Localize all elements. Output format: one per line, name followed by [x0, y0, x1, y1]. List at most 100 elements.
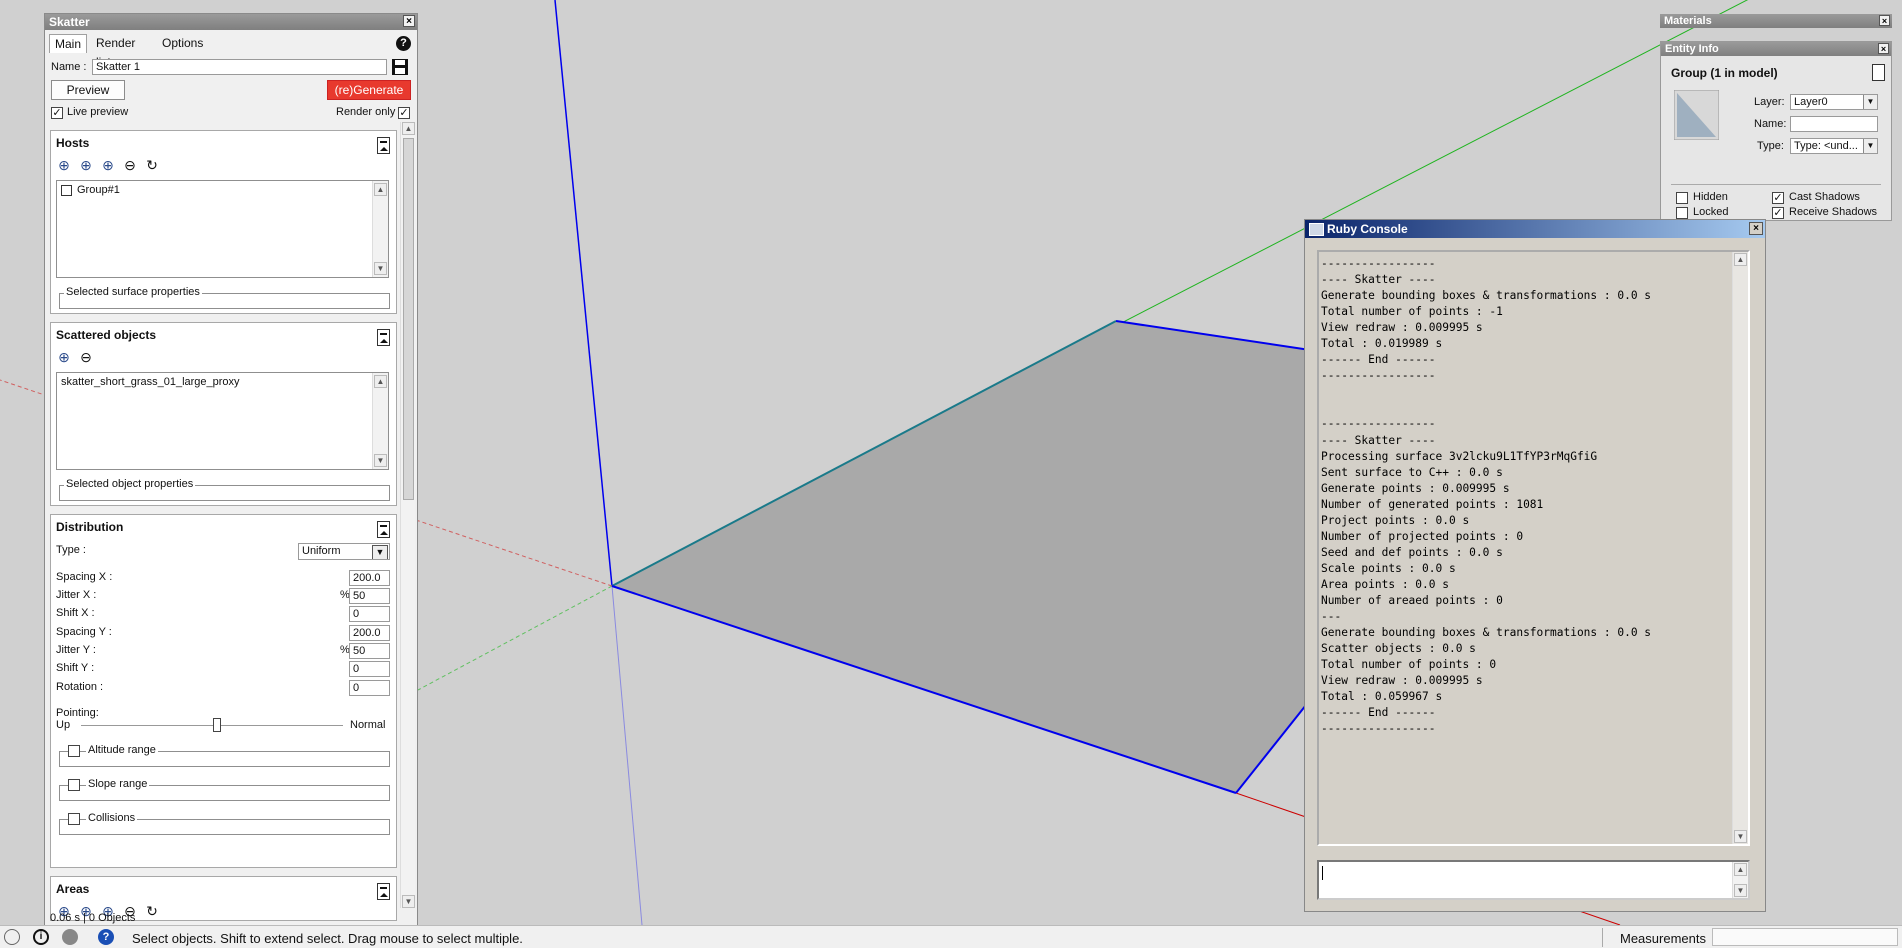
collapse-icon[interactable] [377, 521, 390, 538]
add-host-group-icon[interactable]: ⊕ [78, 157, 94, 173]
surface-properties-group[interactable]: Selected surface properties [59, 286, 390, 309]
save-icon[interactable] [391, 58, 409, 76]
close-icon[interactable]: × [1749, 222, 1763, 235]
tab-render-list[interactable]: Render list [91, 34, 140, 69]
ruby-console-titlebar[interactable]: Ruby Console × [1305, 220, 1765, 238]
measurements-input[interactable] [1712, 928, 1898, 946]
list-item[interactable]: Group#1 [77, 184, 120, 196]
render-only-checkbox[interactable]: ✓ [398, 107, 410, 119]
scroll-up-icon[interactable]: ▲ [374, 183, 387, 196]
areas-title: Areas [56, 882, 90, 896]
add-host-icon[interactable]: ⊕ [56, 157, 72, 173]
chevron-down-icon[interactable]: ▼ [1863, 95, 1877, 109]
surface-properties-label: Selected surface properties [64, 286, 202, 298]
remove-icon[interactable]: ⊖ [78, 349, 94, 365]
scroll-down-icon[interactable]: ▼ [1734, 884, 1747, 897]
hidden-checkbox[interactable] [1676, 192, 1688, 204]
add-host-picker-icon[interactable]: ⊕ [100, 157, 116, 173]
chevron-down-icon[interactable]: ▼ [1863, 139, 1877, 153]
scroll-down-icon[interactable]: ▼ [1734, 830, 1747, 843]
help-icon[interactable]: ? [396, 36, 411, 51]
credits-icon[interactable]: i [33, 929, 49, 945]
hosts-list[interactable]: Group#1 ▲ ▼ [56, 180, 389, 278]
collapse-icon[interactable] [377, 883, 390, 900]
live-preview-checkbox[interactable]: ✓ [51, 107, 63, 119]
skatter-titlebar[interactable]: Skatter × [45, 14, 417, 30]
hosts-scrollbar[interactable]: ▲ ▼ [372, 181, 388, 277]
close-icon[interactable]: × [403, 15, 415, 27]
jitter-y-label: Jitter Y : [56, 644, 96, 656]
scroll-up-icon[interactable]: ▲ [374, 375, 387, 388]
pointing-slider-track[interactable] [81, 725, 343, 726]
tab-main[interactable]: Main [49, 34, 87, 53]
regenerate-button[interactable]: (re)Generate [327, 80, 411, 100]
type-select[interactable]: Type: <und... ▼ [1790, 138, 1878, 154]
user-icon[interactable] [62, 929, 78, 945]
altitude-range-checkbox[interactable] [68, 745, 80, 757]
list-item[interactable]: skatter_short_grass_01_large_proxy [61, 376, 240, 388]
receive-shadows-checkbox[interactable]: ✓ [1772, 207, 1784, 219]
collapse-icon[interactable] [377, 137, 390, 154]
collapse-icon[interactable] [1872, 64, 1885, 81]
pointing-slider-thumb[interactable] [213, 718, 222, 732]
scroll-up-icon[interactable]: ▲ [1734, 863, 1747, 876]
scroll-down-icon[interactable]: ▼ [402, 895, 415, 908]
close-icon[interactable]: × [1879, 15, 1890, 26]
spacing-y-field[interactable]: 200.0 [349, 625, 390, 641]
materials-titlebar[interactable]: Materials × [1660, 14, 1892, 28]
entity-info-titlebar[interactable]: Entity Info × [1661, 42, 1891, 56]
text-caret [1322, 866, 1323, 880]
jitter-x-field[interactable]: 50 [349, 588, 390, 604]
divider [1602, 928, 1603, 947]
objects-scrollbar[interactable]: ▲ ▼ [372, 373, 388, 469]
spacing-x-field[interactable]: 200.0 [349, 570, 390, 586]
pointing-up-label: Up [56, 719, 71, 731]
help-icon[interactable]: ? [98, 929, 114, 945]
altitude-range-group[interactable]: Altitude range [59, 744, 390, 767]
type-select[interactable]: Uniform ▼ [298, 543, 390, 560]
cast-shadows-checkbox[interactable]: ✓ [1772, 192, 1784, 204]
divider [1671, 184, 1881, 185]
locked-checkbox[interactable] [1676, 207, 1688, 219]
jitter-y-field[interactable]: 50 [349, 643, 390, 659]
console-output[interactable]: ----------------- ---- Skatter ---- Gene… [1317, 250, 1750, 846]
rotation-field[interactable]: 0 [349, 680, 390, 696]
refresh-icon[interactable]: ↻ [144, 903, 160, 919]
preview-button[interactable]: Preview [51, 80, 125, 100]
entity-name-field[interactable] [1790, 116, 1878, 132]
chevron-down-icon[interactable]: ▼ [372, 545, 388, 559]
slope-range-group[interactable]: Slope range [59, 778, 390, 801]
console-scrollbar[interactable]: ▲ ▼ [1732, 252, 1748, 844]
collapse-icon[interactable] [377, 329, 390, 346]
name-field[interactable]: Skatter 1 [92, 59, 387, 75]
scroll-down-icon[interactable]: ▼ [374, 454, 387, 467]
distribution-title: Distribution [56, 520, 124, 534]
locked-label: Locked [1693, 206, 1729, 218]
close-icon[interactable]: × [1878, 43, 1889, 54]
scroll-up-icon[interactable]: ▲ [1734, 253, 1747, 266]
tab-options[interactable]: Options [157, 34, 208, 53]
hosts-title: Hosts [56, 136, 90, 150]
collisions-checkbox[interactable] [68, 813, 80, 825]
remove-icon[interactable]: ⊖ [122, 157, 138, 173]
collisions-group[interactable]: Collisions [59, 812, 390, 835]
add-object-icon[interactable]: ⊕ [56, 349, 72, 365]
scroll-thumb[interactable] [403, 138, 414, 500]
cast-shadows-label: Cast Shadows [1789, 191, 1860, 203]
scroll-down-icon[interactable]: ▼ [374, 262, 387, 275]
input-scrollbar[interactable]: ▲ ▼ [1732, 862, 1748, 898]
object-properties-group[interactable]: Selected object properties [59, 478, 390, 501]
slope-range-checkbox[interactable] [68, 779, 80, 791]
spacing-x-label: Spacing X : [56, 571, 113, 583]
panel-scrollbar[interactable]: ▲ ▼ [400, 122, 415, 908]
geo-location-icon[interactable] [4, 929, 20, 945]
scattered-objects-list[interactable]: skatter_short_grass_01_large_proxy ▲ ▼ [56, 372, 389, 470]
scattered-objects-title: Scattered objects [56, 328, 157, 342]
shift-y-field[interactable]: 0 [349, 661, 390, 677]
scroll-up-icon[interactable]: ▲ [402, 122, 415, 135]
layer-select[interactable]: Layer0 ▼ [1790, 94, 1878, 110]
shift-x-field[interactable]: 0 [349, 606, 390, 622]
refresh-icon[interactable]: ↻ [144, 157, 160, 173]
console-input[interactable]: ▲ ▼ [1317, 860, 1750, 900]
skatter-panel: Skatter × Main Render list Options ? Nam… [44, 13, 418, 928]
